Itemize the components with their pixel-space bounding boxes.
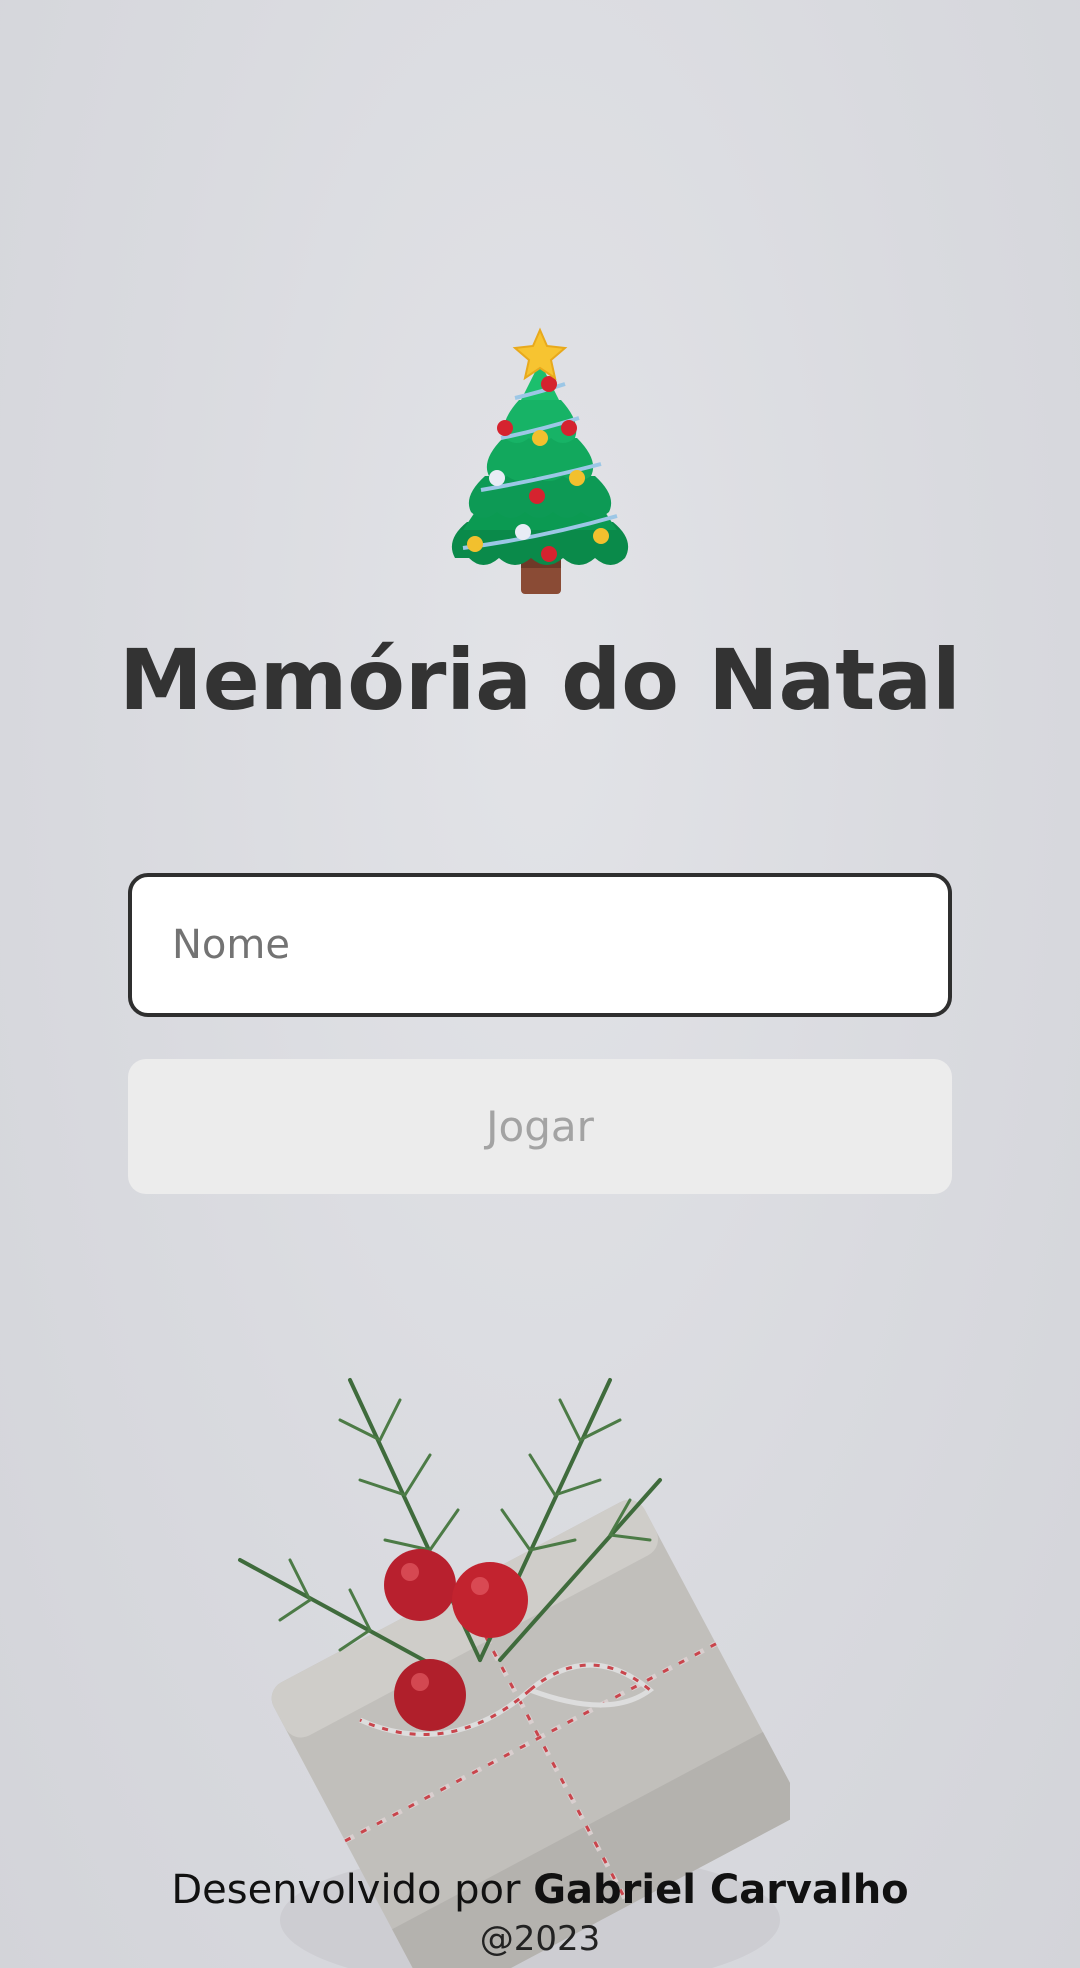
author-name: Gabriel Carvalho	[533, 1867, 909, 1913]
credit-prefix: Desenvolvido por	[171, 1867, 521, 1913]
page-title: Memória do Natal	[119, 631, 961, 729]
copyright-year: @2023	[479, 1919, 601, 1959]
footer: Desenvolvido por Gabriel Carvalho @2023	[0, 1862, 1080, 1960]
name-input[interactable]	[128, 873, 952, 1017]
play-button[interactable]: Jogar	[128, 1059, 952, 1194]
credit-line: Desenvolvido por Gabriel Carvalho	[0, 1862, 1080, 1918]
christmas-tree-icon	[451, 327, 629, 594]
start-screen: Memória do Natal Jogar	[0, 0, 1080, 1968]
